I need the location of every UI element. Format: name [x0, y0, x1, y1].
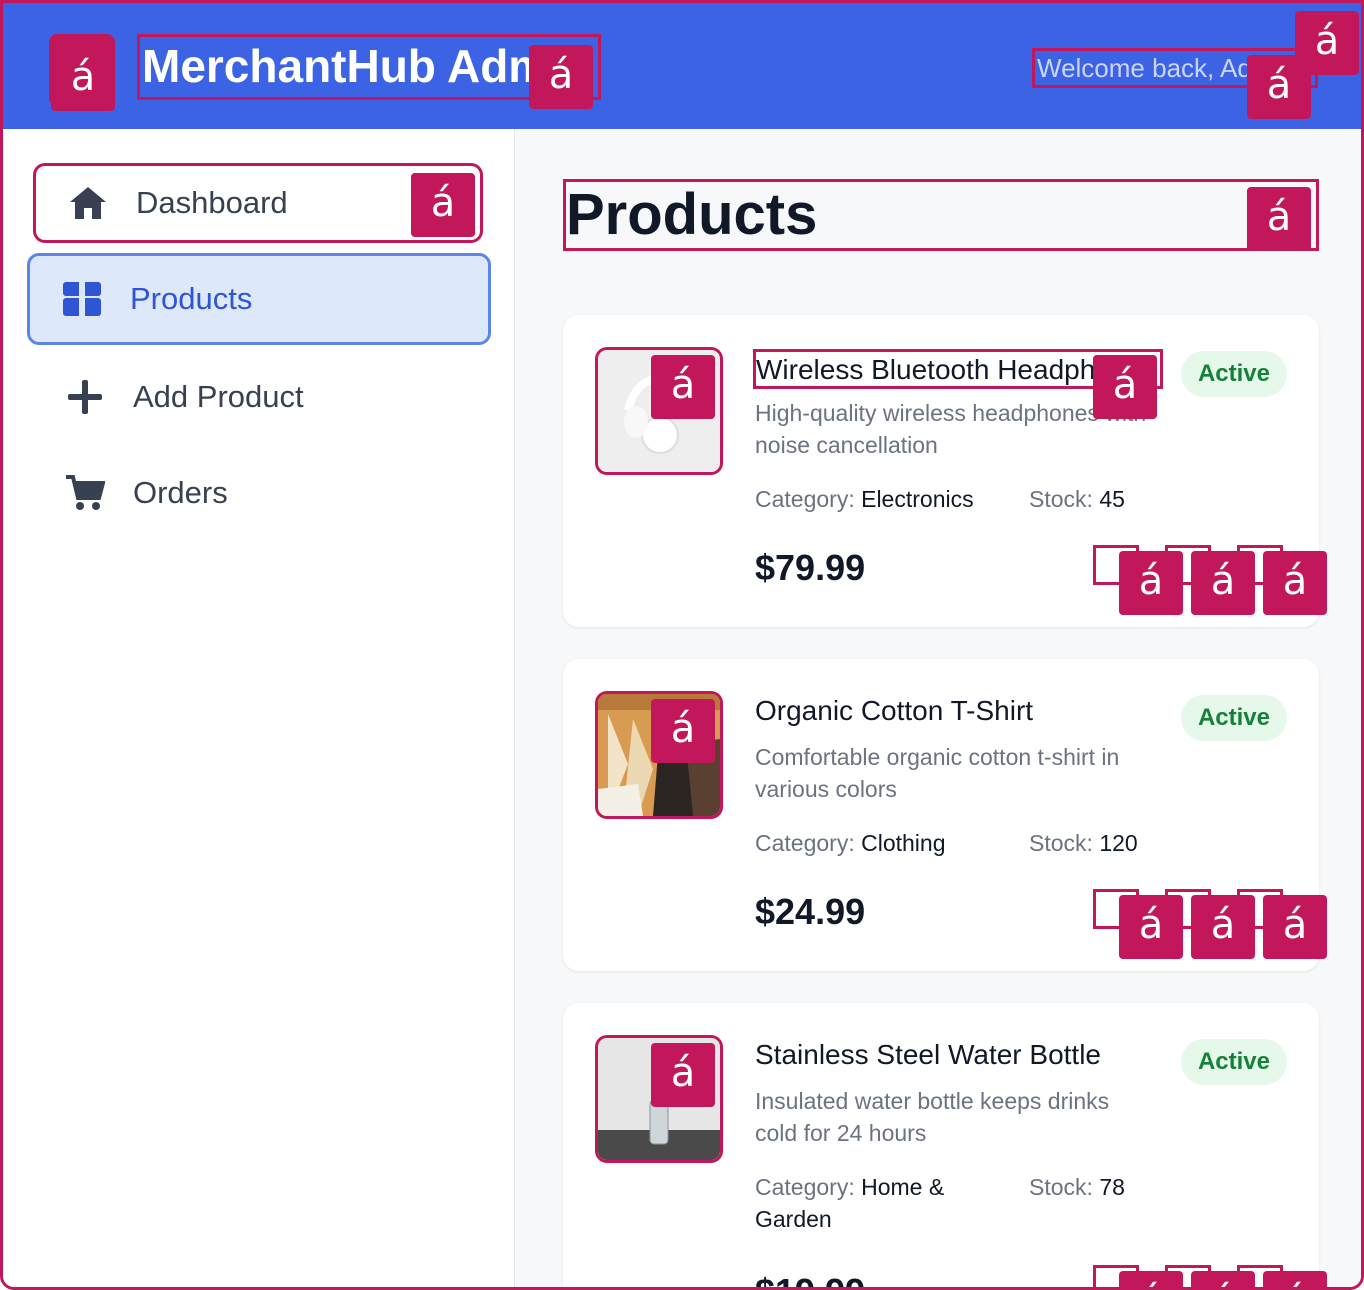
box-icon — [60, 277, 104, 321]
sidebar-item-add-product[interactable]: Add Product — [33, 357, 483, 437]
stock-label: Stock: — [1029, 1174, 1093, 1200]
marker-title: á — [529, 45, 593, 109]
stock-label: Stock: — [1029, 486, 1093, 512]
marker-logo: á — [51, 47, 115, 111]
category-value: Electronics — [861, 486, 974, 512]
top-header: MerchantHub Admin Welcome back, Admin — [3, 3, 1361, 129]
status-badge: Active — [1181, 695, 1287, 741]
product-price: $79.99 — [755, 547, 866, 588]
marker-thumb-3: á — [651, 1043, 715, 1107]
product-name[interactable]: Stainless Steel Water Bottle — [755, 1037, 1165, 1077]
marker-welcome: á — [1247, 55, 1311, 119]
marker-dashboard: á — [411, 173, 475, 237]
marker-delete-2: á — [1263, 895, 1327, 959]
stock-label: Stock: — [1029, 830, 1093, 856]
sidebar: Dashboard Products Add Product Orders — [3, 129, 515, 1287]
cart-icon — [63, 471, 107, 515]
status-badge: Active — [1181, 351, 1287, 397]
page-title[interactable]: Products — [563, 179, 1319, 251]
stock-value: 45 — [1099, 486, 1125, 512]
marker-name-1: á — [1093, 355, 1157, 419]
marker-view-3: á — [1191, 1271, 1255, 1287]
marker-delete-1: á — [1263, 551, 1327, 615]
marker-edit-1: á — [1119, 551, 1183, 615]
stock-value: 78 — [1099, 1174, 1125, 1200]
category-label: Category: — [755, 830, 855, 856]
sidebar-item-label: Orders — [133, 475, 228, 510]
marker-thumb-2: á — [651, 699, 715, 763]
category-label: Category: — [755, 1174, 855, 1200]
product-name[interactable]: Organic Cotton T-Shirt — [755, 693, 1165, 733]
category-value: Clothing — [861, 830, 946, 856]
status-badge: Active — [1181, 1039, 1287, 1085]
marker-thumb-1: á — [651, 355, 715, 419]
product-description: Insulated water bottle keeps drinks cold… — [755, 1088, 1110, 1146]
product-description: Comfortable organic cotton t-shirt in va… — [755, 744, 1120, 802]
stock-value: 120 — [1099, 830, 1138, 856]
marker-edit-3: á — [1119, 1271, 1183, 1287]
marker-delete-3: á — [1263, 1271, 1327, 1287]
sidebar-item-orders[interactable]: Orders — [33, 453, 483, 533]
marker-edit-2: á — [1119, 895, 1183, 959]
marker-view-1: á — [1191, 551, 1255, 615]
sidebar-item-label: Add Product — [133, 379, 304, 414]
product-price: $24.99 — [755, 891, 866, 932]
sidebar-item-label: Products — [130, 281, 253, 316]
sidebar-item-label: Dashboard — [136, 185, 288, 220]
category-label: Category: — [755, 486, 855, 512]
main-content: Products Wireless Bluetooth Headphones H… — [515, 129, 1361, 1287]
app-frame: MerchantHub Admin Welcome back, Admin á … — [0, 0, 1364, 1290]
home-icon — [66, 181, 110, 225]
sidebar-item-products[interactable]: Products — [27, 253, 491, 345]
marker-page-title: á — [1247, 187, 1311, 251]
marker-view-2: á — [1191, 895, 1255, 959]
plus-icon — [63, 375, 107, 419]
product-price: $19.99 — [755, 1271, 865, 1287]
